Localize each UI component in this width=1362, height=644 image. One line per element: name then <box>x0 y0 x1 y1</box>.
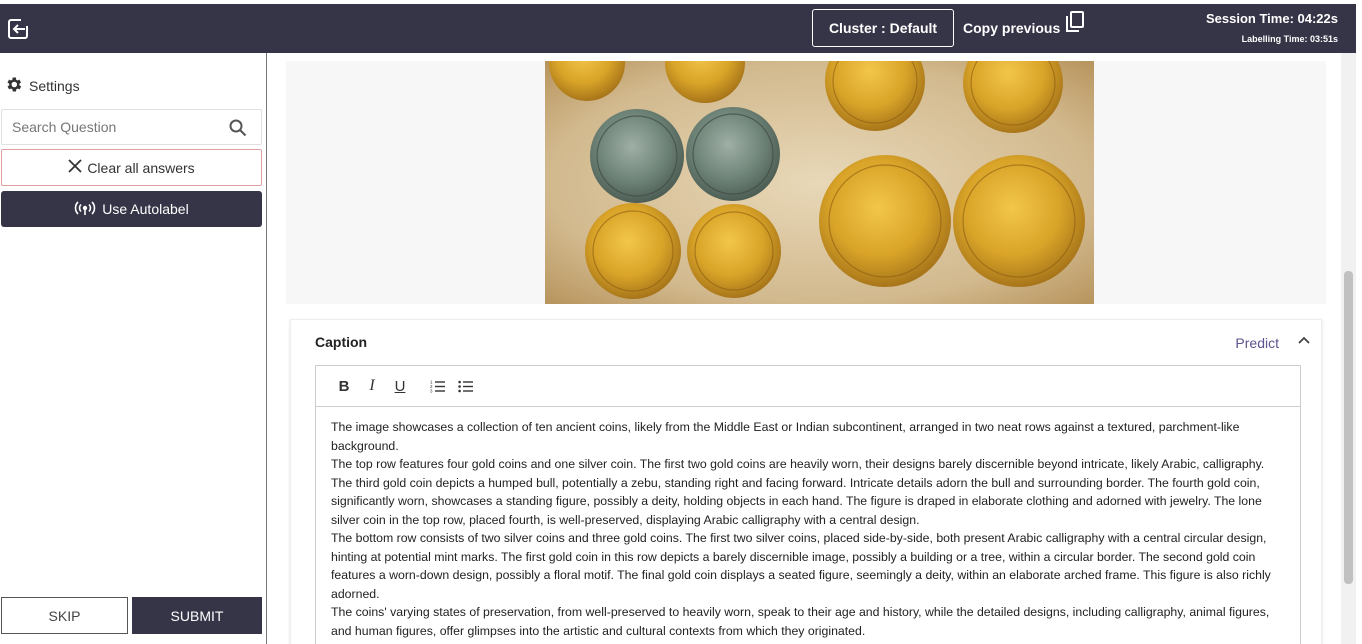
scrollbar[interactable] <box>1341 53 1356 644</box>
italic-button[interactable]: I <box>358 374 386 398</box>
gear-icon <box>4 75 23 97</box>
caption-editor[interactable]: B I U 1 2 3 The image showcases a collec… <box>315 365 1301 644</box>
caption-paragraph: The coins' varying states of preservatio… <box>331 605 1270 638</box>
coins-image <box>545 61 1094 304</box>
scrollbar-thumb[interactable] <box>1344 271 1353 584</box>
bulleted-list-icon[interactable] <box>452 374 480 398</box>
clear-all-answers-label: Clear all answers <box>87 159 195 176</box>
chevron-up-icon[interactable] <box>1297 332 1311 350</box>
editor-toolbar: B I U 1 2 3 <box>316 366 1300 407</box>
predict-link[interactable]: Predict <box>1235 335 1279 351</box>
image-panel <box>286 61 1326 304</box>
svg-text:3: 3 <box>430 389 433 394</box>
cluster-button[interactable]: Cluster : Default <box>812 9 954 47</box>
submit-button[interactable]: SUBMIT <box>132 597 262 634</box>
bold-button[interactable]: B <box>330 374 358 398</box>
search-icon[interactable] <box>229 119 247 142</box>
top-bar: Cluster : Default Copy previous Session … <box>0 0 1362 53</box>
search-box <box>1 109 262 145</box>
use-autolabel-label: Use Autolabel <box>102 201 189 217</box>
copy-icon <box>1066 10 1085 36</box>
exit-icon[interactable] <box>7 18 29 40</box>
settings-label: Settings <box>29 78 80 94</box>
main-content: Caption Predict B I U 1 2 3 The image sh… <box>268 53 1356 644</box>
broadcast-icon <box>74 200 96 219</box>
underline-button[interactable]: U <box>386 374 414 398</box>
caption-text[interactable]: The image showcases a collection of ten … <box>316 407 1300 640</box>
caption-paragraph: The image showcases a collection of ten … <box>331 420 1240 453</box>
caption-title: Caption <box>315 334 368 350</box>
skip-button[interactable]: SKIP <box>1 597 128 634</box>
session-time: Session Time: 04:22s <box>1206 11 1338 26</box>
ordered-list-icon[interactable]: 1 2 3 <box>424 374 452 398</box>
labelling-time: Labelling Time: 03:51s <box>1241 34 1338 44</box>
clear-all-answers-button[interactable]: Clear all answers <box>1 149 262 186</box>
sidebar: Settings Clear all answers <box>0 53 267 644</box>
header-bar: Cluster : Default Copy previous Session … <box>0 4 1356 53</box>
caption-paragraph: The top row features four gold coins and… <box>331 457 1265 527</box>
caption-paragraph: The bottom row consists of two silver co… <box>331 531 1271 601</box>
copy-previous-label: Copy previous <box>963 20 1061 36</box>
search-input[interactable] <box>2 110 222 144</box>
use-autolabel-button[interactable]: Use Autolabel <box>1 191 262 227</box>
settings-link[interactable]: Settings <box>4 75 80 97</box>
copy-previous-button[interactable]: Copy previous <box>963 10 1085 46</box>
caption-card: Caption Predict B I U 1 2 3 The image sh… <box>290 319 1322 644</box>
close-icon <box>68 159 82 176</box>
